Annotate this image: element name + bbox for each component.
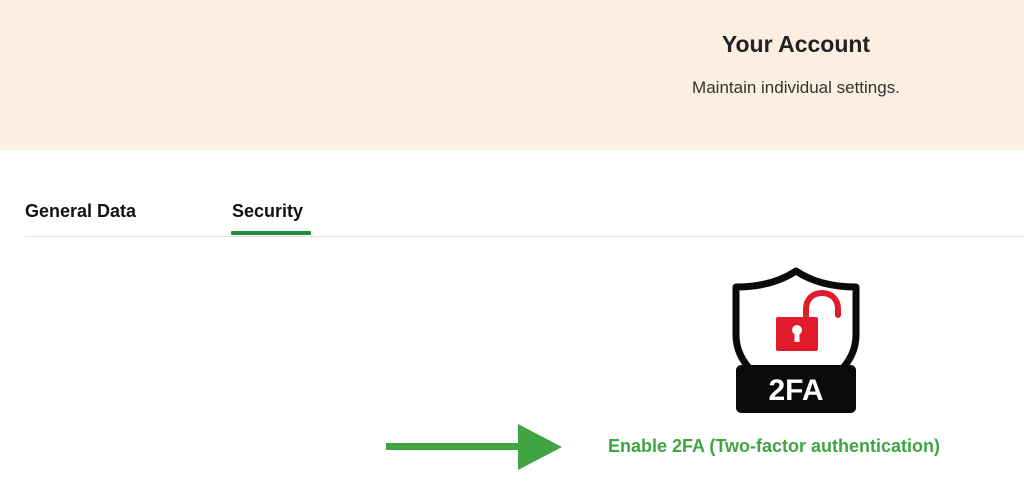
account-page: Your Account Maintain individual setting… (0, 0, 1024, 493)
2fa-shield-unlocked-icon: 2FA (732, 267, 860, 413)
active-tab-indicator (231, 231, 311, 235)
arrow-right-icon (386, 424, 562, 470)
tab-security[interactable]: Security (232, 201, 303, 232)
account-header: Your Account Maintain individual setting… (0, 0, 1024, 150)
page-title: Your Account (721, 31, 871, 57)
account-tabs: General Data Security (0, 195, 1024, 238)
tab-general-data[interactable]: General Data (25, 201, 136, 232)
enable-2fa-link[interactable]: Enable 2FA (Two-factor authentication) (608, 436, 940, 457)
page-subtitle: Maintain individual settings. (692, 78, 900, 97)
tabs-divider (25, 236, 1024, 237)
badge-text: 2FA (768, 374, 823, 407)
